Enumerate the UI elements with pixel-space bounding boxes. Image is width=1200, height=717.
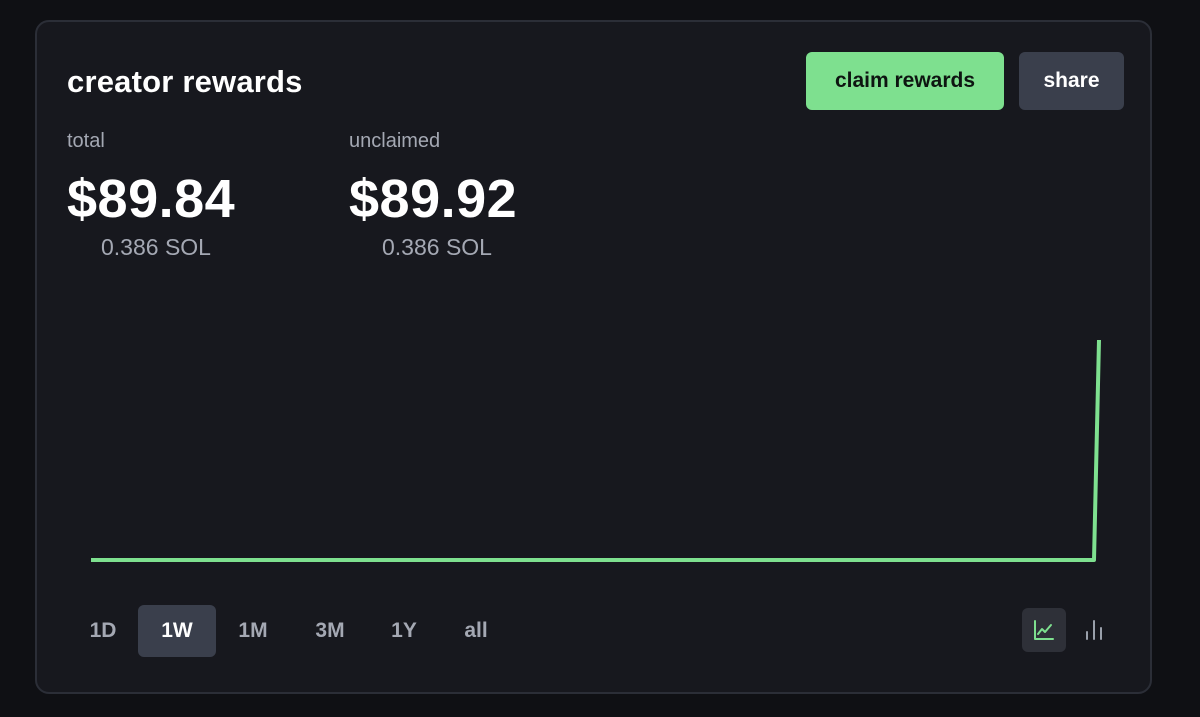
bar-chart-toggle[interactable] [1072, 608, 1116, 652]
rewards-series-line [91, 339, 1101, 562]
total-label: total [67, 130, 105, 152]
line-chart-icon [1034, 620, 1054, 640]
range-1w[interactable]: 1W [138, 605, 216, 657]
unclaimed-label: unclaimed [349, 130, 441, 152]
claim-rewards-button[interactable]: claim rewards [806, 52, 1004, 110]
unclaimed-sol-value: 0.386 SOL [382, 234, 492, 260]
total-usd-value: $89.84 [67, 169, 236, 229]
line-chart-toggle[interactable] [1022, 608, 1066, 652]
share-button[interactable]: share [1019, 52, 1124, 110]
range-3m[interactable]: 3M [301, 605, 359, 657]
card-title: creator rewards [67, 64, 303, 99]
range-1m[interactable]: 1M [225, 605, 281, 657]
rewards-line-chart [91, 339, 1101, 562]
total-sol-value: 0.386 SOL [101, 234, 211, 260]
range-1y[interactable]: 1Y [379, 605, 429, 657]
range-1d[interactable]: 1D [77, 605, 129, 657]
unclaimed-usd-value: $89.92 [349, 169, 518, 229]
range-all[interactable]: all [451, 605, 501, 657]
bar-chart-icon [1086, 620, 1102, 640]
creator-rewards-card: creator rewards claim rewards share tota… [35, 20, 1152, 694]
